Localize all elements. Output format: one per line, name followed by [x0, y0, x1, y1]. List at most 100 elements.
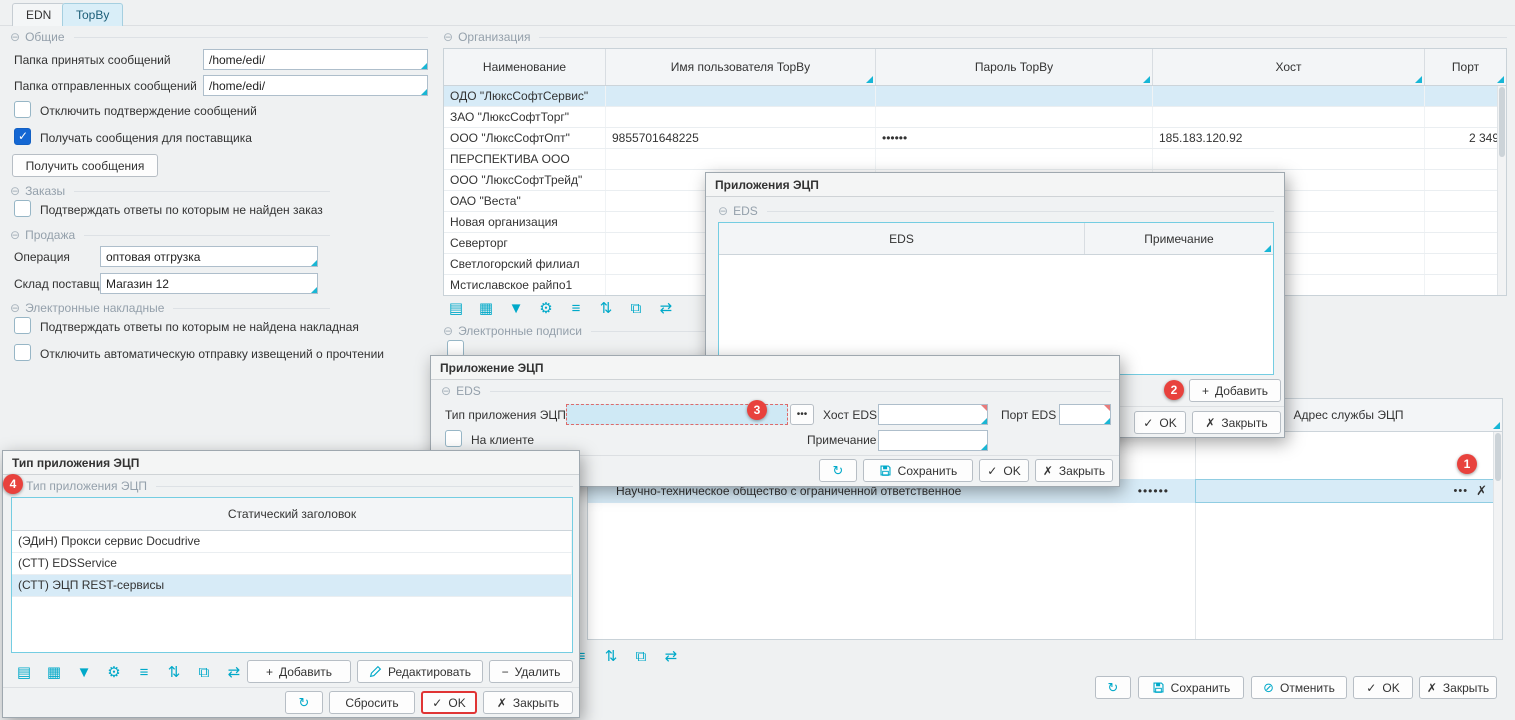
eds-col-eds[interactable]: EDS: [719, 223, 1085, 254]
filter-icon[interactable]: ▼: [73, 661, 95, 683]
open-window-icon[interactable]: ⧉: [625, 297, 647, 319]
collapse-icon[interactable]: ⊖: [10, 301, 20, 315]
disable-auto-notify-checkbox[interactable]: [14, 344, 31, 361]
collapse-icon[interactable]: ⊖: [443, 30, 453, 44]
org-toolbar: ▤ ▦ ▼ ⚙ ≡ ⇅ ⧉ ⇄: [445, 297, 677, 319]
org-col-port[interactable]: Порт: [1425, 49, 1506, 85]
list-view-icon[interactable]: ▤: [445, 297, 467, 319]
get-messages-button[interactable]: Получить сообщения: [12, 154, 158, 177]
check-icon: ✓: [987, 464, 997, 478]
eds-list-dialog-titlebar[interactable]: Приложения ЭЦП: [706, 173, 1284, 197]
org-table-row[interactable]: ООО "ЛюксСофтОпт"9855701648225••••••185.…: [444, 128, 1506, 149]
address-editor[interactable]: ••• ✗: [1195, 479, 1502, 503]
on-client-checkbox[interactable]: [445, 430, 462, 447]
save-icon: [1152, 681, 1165, 694]
eds-edit-close-button[interactable]: ✗ Закрыть: [1035, 459, 1113, 482]
settings-icon[interactable]: ⚙: [103, 661, 125, 683]
collapse-icon[interactable]: ⊖: [443, 324, 453, 338]
type-col-title[interactable]: Статический заголовок: [12, 498, 572, 530]
ellipsis-button[interactable]: •••: [1454, 485, 1469, 497]
org-table-row[interactable]: ЗАО "ЛюксСофтТорг": [444, 107, 1506, 128]
ok-button-main[interactable]: ✓ OK: [1353, 676, 1413, 699]
type-table-row[interactable]: (ЭДиН) Прокси сервис Docudrive: [12, 531, 572, 553]
open-window-icon[interactable]: ⧉: [630, 645, 652, 667]
type-add-button[interactable]: + Добавить: [247, 660, 351, 683]
eds-save-button[interactable]: Сохранить: [863, 459, 973, 482]
filter-icon[interactable]: ▼: [505, 297, 527, 319]
signatures-scrollbar[interactable]: [1493, 432, 1502, 639]
eds-ok-button[interactable]: ✓ OK: [1134, 411, 1186, 434]
group-orders-title: Заказы: [25, 184, 65, 198]
sent-folder-label: Папка отправленных сообщений: [14, 79, 197, 93]
eds-edit-dialog-titlebar[interactable]: Приложение ЭЦП: [431, 356, 1119, 380]
eds-col-note[interactable]: Примечание: [1085, 223, 1273, 254]
org-col-user[interactable]: Имя пользователя TopBy: [606, 49, 876, 85]
collapse-icon[interactable]: ⊖: [10, 30, 20, 44]
org-cell-name: Светлогорский филиал: [444, 254, 606, 274]
type-ok-button[interactable]: ✓ OK: [421, 691, 477, 714]
org-col-name[interactable]: Наименование: [444, 49, 606, 85]
type-close-button[interactable]: ✗ Закрыть: [483, 691, 573, 714]
tab-edn[interactable]: EDN: [12, 3, 65, 26]
close-button-main[interactable]: ✗ Закрыть: [1419, 676, 1497, 699]
group-org-title: Организация: [458, 30, 530, 44]
receive-for-supplier-checkbox[interactable]: [14, 128, 31, 145]
type-reset-button[interactable]: Сбросить: [329, 691, 415, 714]
settings-icon[interactable]: ⚙: [535, 297, 557, 319]
list-view-icon[interactable]: ▤: [13, 661, 35, 683]
refresh-button-main[interactable]: ↻: [1095, 676, 1131, 699]
type-table-row[interactable]: (СТТ) ЭЦП REST-сервисы: [12, 575, 572, 597]
clear-icon[interactable]: ✗: [1476, 483, 1487, 499]
refresh-columns-icon[interactable]: ⇄: [223, 661, 245, 683]
refresh-columns-icon[interactable]: ⇄: [660, 645, 682, 667]
sort-icon[interactable]: ⇅: [600, 645, 622, 667]
org-cell-name: ООО "ЛюксСофтТрейд": [444, 170, 606, 190]
numbered-list-icon[interactable]: ≡: [133, 661, 155, 683]
eds-edit-ok-button[interactable]: ✓ OK: [979, 459, 1029, 482]
eds-type-ellipsis-button[interactable]: •••: [790, 404, 814, 425]
numbered-list-icon[interactable]: ≡: [565, 297, 587, 319]
scrollbar-thumb[interactable]: [1495, 433, 1501, 481]
type-refresh-button[interactable]: ↻: [285, 691, 323, 714]
type-add-label: Добавить: [279, 665, 332, 679]
step-badge-3: 3: [747, 400, 767, 420]
sent-folder-input[interactable]: [203, 75, 428, 96]
org-table-row[interactable]: ОДО "ЛюксСофтСервис": [444, 86, 1506, 107]
collapse-icon[interactable]: ⊖: [10, 228, 20, 242]
save-button-main[interactable]: Сохранить: [1138, 676, 1244, 699]
org-col-password[interactable]: Пароль TopBy: [876, 49, 1153, 85]
operation-input[interactable]: [100, 246, 318, 267]
org-col-host[interactable]: Хост: [1153, 49, 1425, 85]
type-ok-label: OK: [448, 696, 465, 710]
tab-topby[interactable]: TopBy: [62, 3, 123, 26]
orders-confirm-checkbox[interactable]: [14, 200, 31, 217]
type-edit-button[interactable]: Редактировать: [357, 660, 483, 683]
refresh-columns-icon[interactable]: ⇄: [655, 297, 677, 319]
type-delete-button[interactable]: − Удалить: [489, 660, 573, 683]
cancel-button-main[interactable]: ⊘ Отменить: [1251, 676, 1347, 699]
received-folder-input[interactable]: [203, 49, 428, 70]
invoices-confirm-checkbox[interactable]: [14, 317, 31, 334]
org-table-row[interactable]: ПЕРСПЕКТИВА ООО: [444, 149, 1506, 170]
get-messages-label: Получить сообщения: [26, 159, 145, 173]
disable-confirm-checkbox[interactable]: [14, 101, 31, 118]
warehouse-input[interactable]: [100, 273, 318, 294]
grid-view-icon[interactable]: ▦: [43, 661, 65, 683]
eds-port-input[interactable]: [1059, 404, 1111, 425]
eds-host-input[interactable]: [878, 404, 988, 425]
grid-view-icon[interactable]: ▦: [475, 297, 497, 319]
collapse-icon[interactable]: ⊖: [10, 184, 20, 198]
eds-close-button[interactable]: ✗ Закрыть: [1192, 411, 1281, 434]
eds-note-input[interactable]: [878, 430, 988, 451]
collapse-icon[interactable]: ⊖: [718, 204, 728, 218]
scrollbar-thumb[interactable]: [1499, 87, 1505, 157]
sort-icon[interactable]: ⇅: [163, 661, 185, 683]
type-dialog-titlebar[interactable]: Тип приложения ЭЦП: [3, 451, 579, 475]
type-table-row[interactable]: (СТТ) EDSService: [12, 553, 572, 575]
collapse-icon[interactable]: ⊖: [441, 384, 451, 398]
eds-add-button[interactable]: + Добавить: [1189, 379, 1281, 402]
eds-refresh-button[interactable]: ↻: [819, 459, 857, 482]
sort-icon[interactable]: ⇅: [595, 297, 617, 319]
org-table-scrollbar[interactable]: [1497, 86, 1506, 295]
open-window-icon[interactable]: ⧉: [193, 661, 215, 683]
